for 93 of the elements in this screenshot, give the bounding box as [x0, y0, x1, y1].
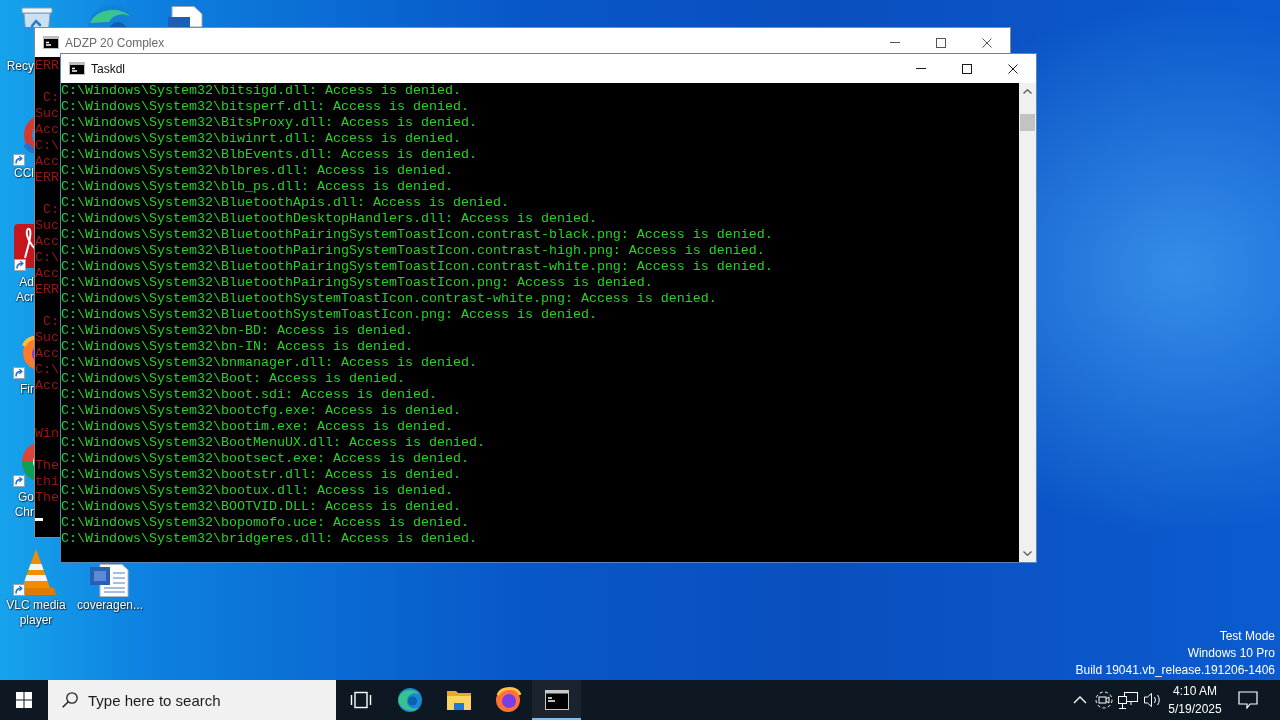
console-line: C:\Windows\System32\BluetoothSystemToastIcon.contrast-white.png: Access is denied.	[61, 291, 717, 307]
console-line: C:	[42, 202, 59, 218]
icon-label: Ad Acr	[16, 275, 34, 305]
icon-label: CCl	[14, 166, 34, 181]
app-shortcut-icon[interactable]	[13, 222, 34, 272]
console-line: ERR	[35, 58, 59, 74]
console-line: C:\Windows\System32\bootim.exe: Access is denied.	[61, 419, 453, 435]
document-icon[interactable]	[88, 564, 130, 597]
system-info-text: Windows 10 Pro	[1187, 645, 1275, 662]
task-view-icon	[349, 691, 372, 709]
console-line: C:\Windows\System32\blbres.dll: Access is denied.	[61, 163, 453, 179]
console-line: ERR	[35, 282, 59, 298]
maximize-icon	[962, 63, 972, 74]
chevron-down-icon	[1023, 551, 1032, 556]
console-line: C:\	[35, 138, 59, 154]
console-line: C:\Windows\System32\BluetoothPairingSystemToastIcon.png: Access is denied.	[61, 275, 653, 291]
console-line: Acc	[35, 266, 59, 282]
document-icon[interactable]	[166, 6, 206, 27]
notification-icon[interactable]	[1238, 691, 1258, 709]
network-icon[interactable]	[1118, 691, 1138, 709]
console-line: C:\Windows\System32\boot.sdi: Access is denied.	[61, 387, 437, 403]
clock-button[interactable]: 4:10 AM 5/19/2025	[1164, 680, 1226, 720]
console-line: C:\Windows\System32\bitsigd.dll: Access is denied.	[61, 83, 461, 99]
window-title: Taskdl	[91, 61, 125, 76]
console-line: Acc	[35, 122, 59, 138]
start-icon	[16, 692, 32, 708]
console-line: C:\Windows\System32\BluetoothApis.dll: Access is denied.	[61, 195, 509, 211]
console-line: C:\Windows\System32\BOOTVID.DLL: Access is denied.	[61, 499, 461, 515]
console-line: C:	[42, 90, 59, 106]
console-line: C:\Windows\System32\bridgeres.dll: Access is denied.	[61, 531, 477, 547]
console-line: Suc	[35, 330, 59, 346]
console-line: C:\Windows\System32\BluetoothSystemToastIcon.png: Access is denied.	[61, 307, 597, 323]
console-line: C:\Windows\System32\bitsperf.dll: Access is denied.	[61, 99, 469, 115]
search-field[interactable]: Type here to search	[48, 680, 336, 720]
console-line: Acc	[35, 154, 59, 170]
console-line: C:\Windows\System32\BlbEvents.dll: Access is denied.	[61, 147, 477, 163]
console-line: ERR	[35, 170, 59, 186]
system-info-text: Build 19041.vb_release.191206-1406	[1075, 662, 1275, 679]
system-info-text: Test Mode	[1219, 628, 1275, 645]
console-line: C:\	[35, 362, 59, 378]
search-icon	[62, 692, 78, 708]
terminal-icon	[544, 690, 569, 710]
console-line: C:\Windows\System32\BluetoothDesktopHandlers.dll: Access is denied.	[61, 211, 597, 227]
console-line: C:\Windows\System32\BluetoothPairingSystemToastIcon.contrast-black.png: Access is denied.	[61, 227, 773, 243]
console-line: C:\Windows\System32\bn-BD: Access is denied.	[61, 323, 413, 339]
icon-label: VLC media player	[5, 598, 67, 628]
console-line: thi	[35, 474, 59, 490]
close-icon	[1008, 63, 1018, 74]
console-line: C:\Windows\System32\BitsProxy.dll: Access is denied.	[61, 115, 477, 131]
console-line: C:\Windows\System32\bootux.dll: Access is denied.	[61, 483, 453, 499]
console-line: Suc	[35, 218, 59, 234]
console-line: C:\Windows\System32\BluetoothPairingSystemToastIcon.contrast-white.png: Access is denied.	[61, 259, 773, 275]
console-line: C:\Windows\System32\bootcfg.exe: Access is denied.	[61, 403, 461, 419]
icon-label: Recy	[6, 59, 34, 74]
console-line: C:\Windows\System32\BootMenuUX.dll: Access is denied.	[61, 435, 485, 451]
scroll-thumb[interactable]	[1020, 114, 1035, 131]
chevron-up-icon[interactable]	[1073, 696, 1087, 704]
console-line: C:\Windows\System32\bootstr.dll: Access is denied.	[61, 467, 461, 483]
chevron-up-icon	[1023, 89, 1032, 94]
console-line: C:\Windows\System32\bopomofo.uce: Access is denied.	[61, 515, 469, 531]
window-title: ADZP 20 Complex	[65, 35, 165, 50]
browser-icon	[396, 687, 423, 713]
console-line: Acc	[35, 378, 59, 394]
console-line: Win	[35, 426, 59, 442]
console-line: C:\Windows\System32\biwinrt.dll: Access is denied.	[61, 131, 461, 147]
minimize-icon	[916, 68, 926, 69]
taskbar-button[interactable]	[532, 680, 581, 720]
folder-icon	[445, 689, 472, 711]
console-line: C:\Windows\System32\bn-IN: Access is denied.	[61, 339, 413, 355]
console-line: C:\Windows\System32\bootsect.exe: Access is denied.	[61, 451, 469, 467]
console-line: C:\	[35, 250, 59, 266]
icon-label: Go Chr	[14, 490, 34, 520]
console-line: C:\Windows\System32\bnmanager.dll: Access is denied.	[61, 355, 477, 371]
console-line: Acc	[35, 234, 59, 250]
terminal-icon	[69, 62, 85, 75]
console-line: Suc	[35, 106, 59, 122]
camera-icon[interactable]	[1095, 691, 1113, 709]
console-line: C:	[42, 314, 59, 330]
console-line: The	[35, 458, 59, 474]
traffic-cone-icon[interactable]	[13, 547, 59, 597]
minimize-icon	[890, 42, 900, 43]
icon-label: coveragen...	[77, 598, 143, 613]
console-line: C:\Windows\System32\Boot: Access is denied.	[61, 371, 405, 387]
console-line: The	[35, 490, 59, 506]
icon-label: Fir	[20, 382, 34, 397]
maximize-icon	[936, 37, 946, 48]
close-icon	[982, 37, 992, 48]
console-line: C:\Windows\System32\BluetoothPairingSystemToastIcon.contrast-high.png: Access is denied.	[61, 243, 765, 259]
speaker-icon[interactable]	[1142, 692, 1162, 708]
browser-icon	[494, 687, 521, 713]
console-line: Acc	[35, 346, 59, 362]
console-line: C:\Windows\System32\blb_ps.dll: Access is denied.	[61, 179, 453, 195]
terminal-icon	[43, 36, 59, 49]
